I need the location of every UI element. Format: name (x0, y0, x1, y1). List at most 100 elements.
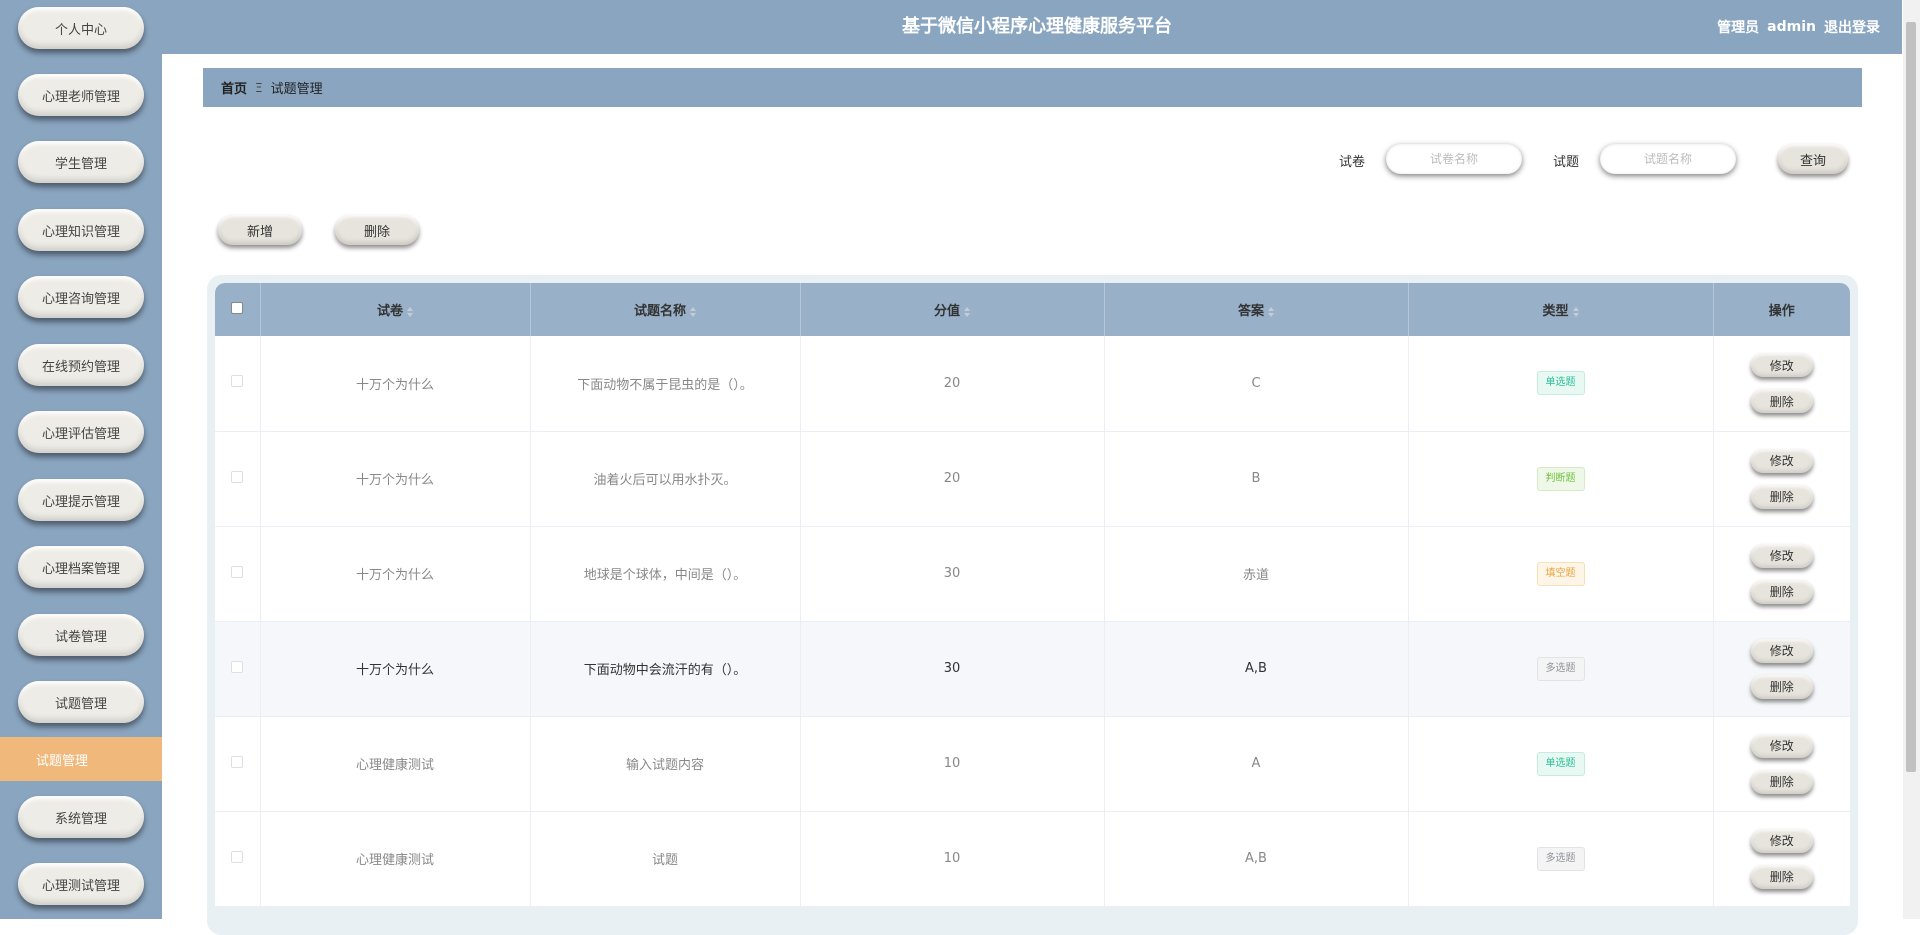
cell-question: 下面动物不属于昆虫的是（）。 (530, 336, 801, 431)
row-checkbox[interactable] (231, 660, 244, 673)
sidebar-item-assessment-management[interactable]: 心理评估管理 (18, 411, 144, 453)
user-area: 管理员 admin 退出登录 (1717, 0, 1880, 54)
cell-answer: B (1104, 431, 1409, 526)
row-checkbox[interactable] (231, 375, 244, 388)
table-row[interactable]: 心理健康测试 试题 10 A,B 多选题 修改删除 (215, 811, 1850, 906)
cell-answer: 赤道 (1104, 526, 1409, 621)
cell-paper: 十万个为什么 (260, 336, 531, 431)
sidebar-item-consultation-management[interactable]: 心理咨询管理 (18, 276, 144, 318)
column-header-actions: 操作 (1768, 304, 1795, 319)
row-delete-button[interactable]: 删除 (1750, 769, 1813, 794)
sidebar-item-knowledge-management[interactable]: 心理知识管理 (18, 209, 144, 251)
username: admin (1767, 19, 1816, 35)
sidebar-subitem-question-management[interactable]: 试题管理 (0, 737, 162, 781)
edit-button[interactable]: 修改 (1750, 638, 1813, 663)
type-tag: 单选题 (1536, 751, 1585, 776)
edit-button[interactable]: 修改 (1750, 543, 1813, 568)
select-all-checkbox[interactable] (231, 301, 244, 314)
cell-paper: 心理健康测试 (260, 811, 531, 906)
sidebar: 个人中心 心理老师管理 学生管理 心理知识管理 心理咨询管理 在线预约管理 心理… (0, 0, 162, 919)
row-checkbox[interactable] (231, 470, 244, 483)
sort-icon[interactable] (407, 306, 413, 317)
table-container: 试卷 试题名称 分值 答案 类型 操作 十万个为什么 下面动物不属于昆虫的是（）… (207, 275, 1858, 935)
breadcrumb-home[interactable]: 首页 (221, 78, 247, 97)
batch-delete-button[interactable]: 删除 (335, 215, 419, 245)
type-tag: 多选题 (1536, 656, 1585, 681)
cell-score: 20 (800, 336, 1105, 431)
question-table: 试卷 试题名称 分值 答案 类型 操作 十万个为什么 下面动物不属于昆虫的是（）… (215, 283, 1850, 907)
column-header-paper[interactable]: 试卷 (260, 283, 531, 336)
sidebar-item-student-management[interactable]: 学生管理 (18, 141, 144, 183)
table-row[interactable]: 十万个为什么 下面动物不属于昆虫的是（）。 20 C 单选题 修改 删除 (215, 336, 1850, 431)
table-row[interactable]: 十万个为什么 地球是个球体，中间是（）。 30 赤道 填空题 修改删除 (215, 526, 1850, 621)
breadcrumb: 首页 Ξ 试题管理 (203, 68, 1862, 107)
type-tag: 填空题 (1536, 561, 1585, 586)
logout-link[interactable]: 退出登录 (1824, 17, 1880, 37)
cell-score: 20 (800, 431, 1105, 526)
cell-score: 30 (800, 526, 1105, 621)
sidebar-item-records-management[interactable]: 心理档案管理 (18, 546, 144, 588)
type-tag: 多选题 (1536, 846, 1585, 871)
cell-question: 输入试题内容 (530, 716, 801, 811)
cell-question: 下面动物中会流汗的有（）。 (530, 621, 801, 716)
row-delete-button[interactable]: 删除 (1750, 579, 1813, 604)
sidebar-item-personal-center[interactable]: 个人中心 (18, 7, 144, 49)
edit-button[interactable]: 修改 (1750, 353, 1813, 378)
cell-paper: 十万个为什么 (260, 431, 531, 526)
scrollbar-thumb[interactable] (1906, 22, 1916, 772)
row-checkbox[interactable] (231, 755, 244, 768)
sort-icon[interactable] (1268, 306, 1274, 317)
edit-button[interactable]: 修改 (1750, 828, 1813, 853)
sort-icon[interactable] (690, 306, 696, 317)
cell-paper: 十万个为什么 (260, 526, 531, 621)
cell-score: 30 (800, 621, 1105, 716)
role-label: 管理员 (1717, 20, 1760, 36)
edit-button[interactable]: 修改 (1750, 733, 1813, 758)
sidebar-item-test-management[interactable]: 心理测试管理 (18, 863, 144, 905)
row-delete-button[interactable]: 删除 (1750, 484, 1813, 509)
column-header-question[interactable]: 试题名称 (530, 283, 801, 336)
question-search-label: 试题 (1553, 155, 1580, 170)
cell-question: 地球是个球体，中间是（）。 (530, 526, 801, 621)
paper-search-label: 试卷 (1339, 155, 1366, 170)
cell-answer: C (1104, 336, 1409, 431)
question-search-input[interactable] (1600, 144, 1736, 174)
column-header-score[interactable]: 分值 (800, 283, 1105, 336)
cell-question: 试题 (530, 811, 801, 906)
row-checkbox[interactable] (231, 565, 244, 578)
sidebar-item-appointment-management[interactable]: 在线预约管理 (18, 344, 144, 386)
sort-icon[interactable] (964, 306, 970, 317)
cell-paper: 心理健康测试 (260, 716, 531, 811)
paper-search-input[interactable] (1386, 144, 1522, 174)
row-delete-button[interactable]: 删除 (1750, 674, 1813, 699)
cell-question: 油着火后可以用水扑灭。 (530, 431, 801, 526)
table-row[interactable]: 十万个为什么 下面动物中会流汗的有（）。 30 A,B 多选题 修改删除 (215, 621, 1850, 716)
top-header: 基于微信小程序心理健康服务平台 管理员 admin 退出登录 (162, 0, 1902, 54)
row-delete-button[interactable]: 删除 (1750, 864, 1813, 889)
column-header-answer[interactable]: 答案 (1104, 283, 1409, 336)
row-delete-button[interactable]: 删除 (1750, 389, 1813, 414)
sidebar-item-paper-management[interactable]: 试卷管理 (18, 614, 144, 656)
sidebar-item-system-management[interactable]: 系统管理 (18, 796, 144, 838)
sidebar-item-question-management[interactable]: 试题管理 (18, 681, 144, 723)
table-header-row: 试卷 试题名称 分值 答案 类型 操作 (215, 283, 1850, 336)
cell-paper: 十万个为什么 (260, 621, 531, 716)
table-row[interactable]: 心理健康测试 输入试题内容 10 A 单选题 修改 删除 (215, 716, 1850, 811)
add-button[interactable]: 新增 (218, 215, 302, 245)
cell-score: 10 (800, 811, 1105, 906)
sort-icon[interactable] (1572, 306, 1579, 317)
sidebar-item-teacher-management[interactable]: 心理老师管理 (18, 74, 144, 116)
query-button[interactable]: 查询 (1778, 144, 1848, 174)
app-title: 基于微信小程序心理健康服务平台 (902, 16, 1172, 37)
type-tag: 判断题 (1536, 466, 1585, 491)
sidebar-item-tips-management[interactable]: 心理提示管理 (18, 479, 144, 521)
cell-score: 10 (800, 716, 1105, 811)
edit-button[interactable]: 修改 (1750, 448, 1813, 473)
page-scrollbar[interactable] (1903, 0, 1920, 919)
table-row[interactable]: 十万个为什么 油着火后可以用水扑灭。 20 B 判断题 修改删除 (215, 431, 1850, 526)
row-checkbox[interactable] (231, 850, 244, 863)
column-header-type[interactable]: 类型 (1408, 283, 1714, 336)
cell-answer: A,B (1104, 811, 1409, 906)
breadcrumb-separator-icon: Ξ (255, 80, 263, 95)
cell-answer: A,B (1104, 621, 1409, 716)
